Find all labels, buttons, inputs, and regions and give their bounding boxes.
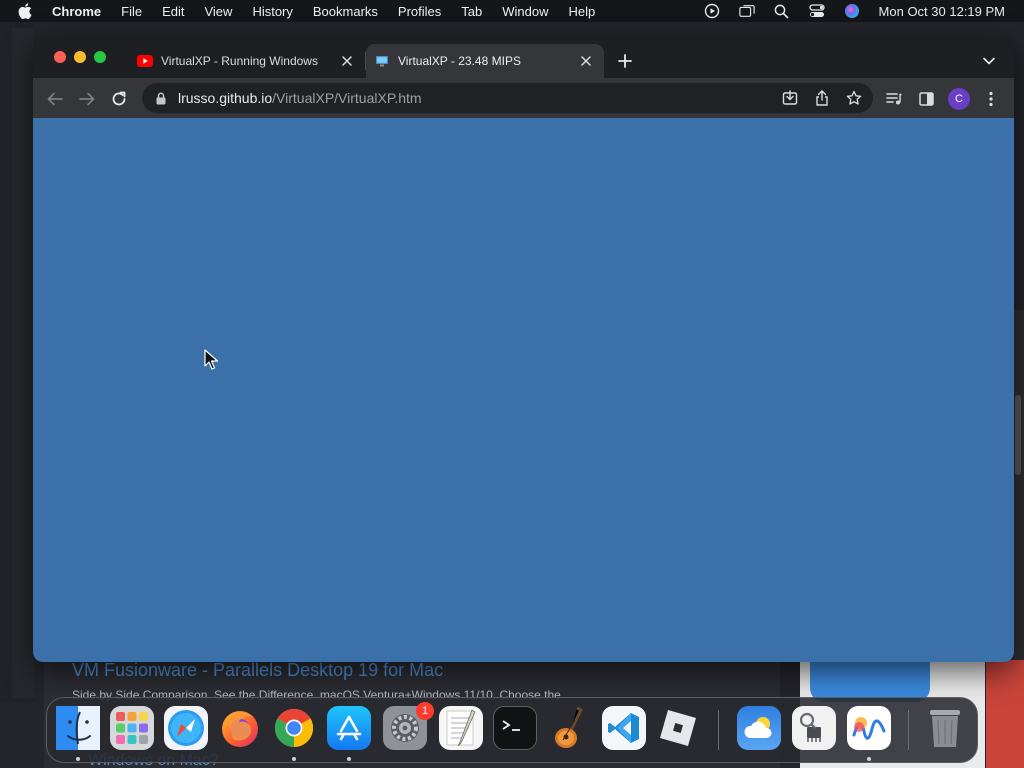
menu-bar-status-area: Mon Oct 30 12:19 PM (704, 0, 1024, 22)
background-scrollbar-track (1013, 310, 1024, 660)
background-window-edge-inner (12, 28, 34, 698)
chevron-down-icon[interactable] (981, 53, 997, 69)
vscode-icon[interactable] (602, 706, 646, 750)
menu-profiles[interactable]: Profiles (398, 4, 441, 19)
firefox-icon[interactable] (218, 706, 262, 750)
spotlight-search-icon[interactable] (774, 3, 790, 19)
freeform-icon[interactable] (847, 706, 891, 750)
profile-avatar[interactable]: C (948, 88, 970, 110)
siri-icon[interactable] (844, 3, 860, 19)
apple-icon[interactable] (18, 3, 34, 19)
menu-bookmarks[interactable]: Bookmarks (313, 4, 378, 19)
running-indicator (867, 757, 871, 761)
background-side-card (810, 662, 930, 702)
close-window-button[interactable] (54, 51, 66, 63)
install-app-icon[interactable] (781, 89, 799, 107)
menu-file[interactable]: File (121, 4, 142, 19)
monitor-favicon-icon (374, 53, 390, 69)
browser-window: VirtualXP - Running Windows VirtualXP - … (33, 36, 1014, 662)
zoom-window-button[interactable] (94, 51, 106, 63)
page-viewport-canvas[interactable] (33, 118, 1014, 662)
terminal-icon[interactable] (493, 706, 537, 750)
control-center-icon[interactable] (808, 3, 825, 19)
screen-recording-icon[interactable] (704, 3, 720, 19)
menu-view[interactable]: View (204, 4, 232, 19)
running-indicator (76, 757, 80, 761)
safari-icon[interactable] (164, 706, 208, 750)
running-indicator (347, 757, 351, 761)
reload-icon[interactable] (110, 90, 128, 108)
close-tab-icon[interactable] (339, 53, 355, 69)
tab-title: VirtualXP - 23.48 MIPS (398, 54, 521, 68)
menu-help[interactable]: Help (569, 4, 596, 19)
garageband-icon[interactable] (547, 706, 591, 750)
address-bar[interactable]: lrusso.github.io/VirtualXP/VirtualXP.htm (142, 83, 873, 113)
tab-title: VirtualXP - Running Windows (161, 54, 318, 68)
close-tab-icon[interactable] (578, 53, 594, 69)
menu-bar: Chrome File Edit View History Bookmarks … (0, 0, 1024, 22)
side-panel-icon[interactable] (917, 90, 935, 108)
share-icon[interactable] (813, 89, 831, 107)
menu-window[interactable]: Window (502, 4, 548, 19)
dock-divider (908, 710, 909, 750)
dock-divider (718, 710, 719, 750)
menu-app-chrome[interactable]: Chrome (52, 4, 101, 19)
media-controls-icon[interactable] (885, 90, 903, 108)
tab-youtube[interactable]: VirtualXP - Running Windows (129, 44, 365, 78)
launchpad-icon[interactable] (110, 706, 154, 750)
finder-icon[interactable] (56, 706, 100, 750)
app-store-icon[interactable] (327, 706, 371, 750)
url-path: /VirtualXP/VirtualXP.htm (272, 90, 422, 106)
back-arrow-icon[interactable] (46, 90, 64, 108)
roblox-icon[interactable] (656, 706, 700, 750)
chrome-icon[interactable] (272, 706, 316, 750)
tab-strip: VirtualXP - Running Windows VirtualXP - … (33, 36, 1014, 78)
youtube-icon (137, 53, 153, 69)
trash-icon[interactable] (923, 706, 967, 750)
bookmark-star-icon[interactable] (845, 89, 863, 107)
plus-icon[interactable] (616, 52, 634, 70)
tab-virtualxp[interactable]: VirtualXP - 23.48 MIPS (366, 44, 604, 78)
browser-toolbar: lrusso.github.io/VirtualXP/VirtualXP.htm… (33, 78, 1014, 118)
stage-manager-icon[interactable] (738, 3, 755, 19)
menu-history[interactable]: History (252, 4, 292, 19)
dock: 1 (46, 697, 978, 763)
weather-icon[interactable] (737, 706, 781, 750)
kebab-menu-icon[interactable] (982, 90, 1000, 108)
minimize-window-button[interactable] (74, 51, 86, 63)
notification-badge: 1 (416, 702, 434, 720)
lock-icon[interactable] (154, 91, 168, 105)
menu-bar-clock[interactable]: Mon Oct 30 12:19 PM (879, 4, 1005, 19)
background-scrollbar-thumb[interactable] (1015, 395, 1021, 475)
url-host: lrusso.github.io (178, 90, 273, 106)
textedit-icon[interactable] (439, 706, 483, 750)
mouse-cursor-icon (204, 349, 219, 370)
menu-tab[interactable]: Tab (461, 4, 482, 19)
forward-arrow-icon[interactable] (78, 90, 96, 108)
url-text[interactable]: lrusso.github.io/VirtualXP/VirtualXP.htm (178, 90, 422, 106)
running-indicator (292, 757, 296, 761)
background-ad-heading[interactable]: VM Fusionware - Parallels Desktop 19 for… (72, 660, 443, 681)
system-information-icon[interactable] (792, 706, 836, 750)
background-right-strip (986, 660, 1024, 768)
menu-edit[interactable]: Edit (162, 4, 184, 19)
